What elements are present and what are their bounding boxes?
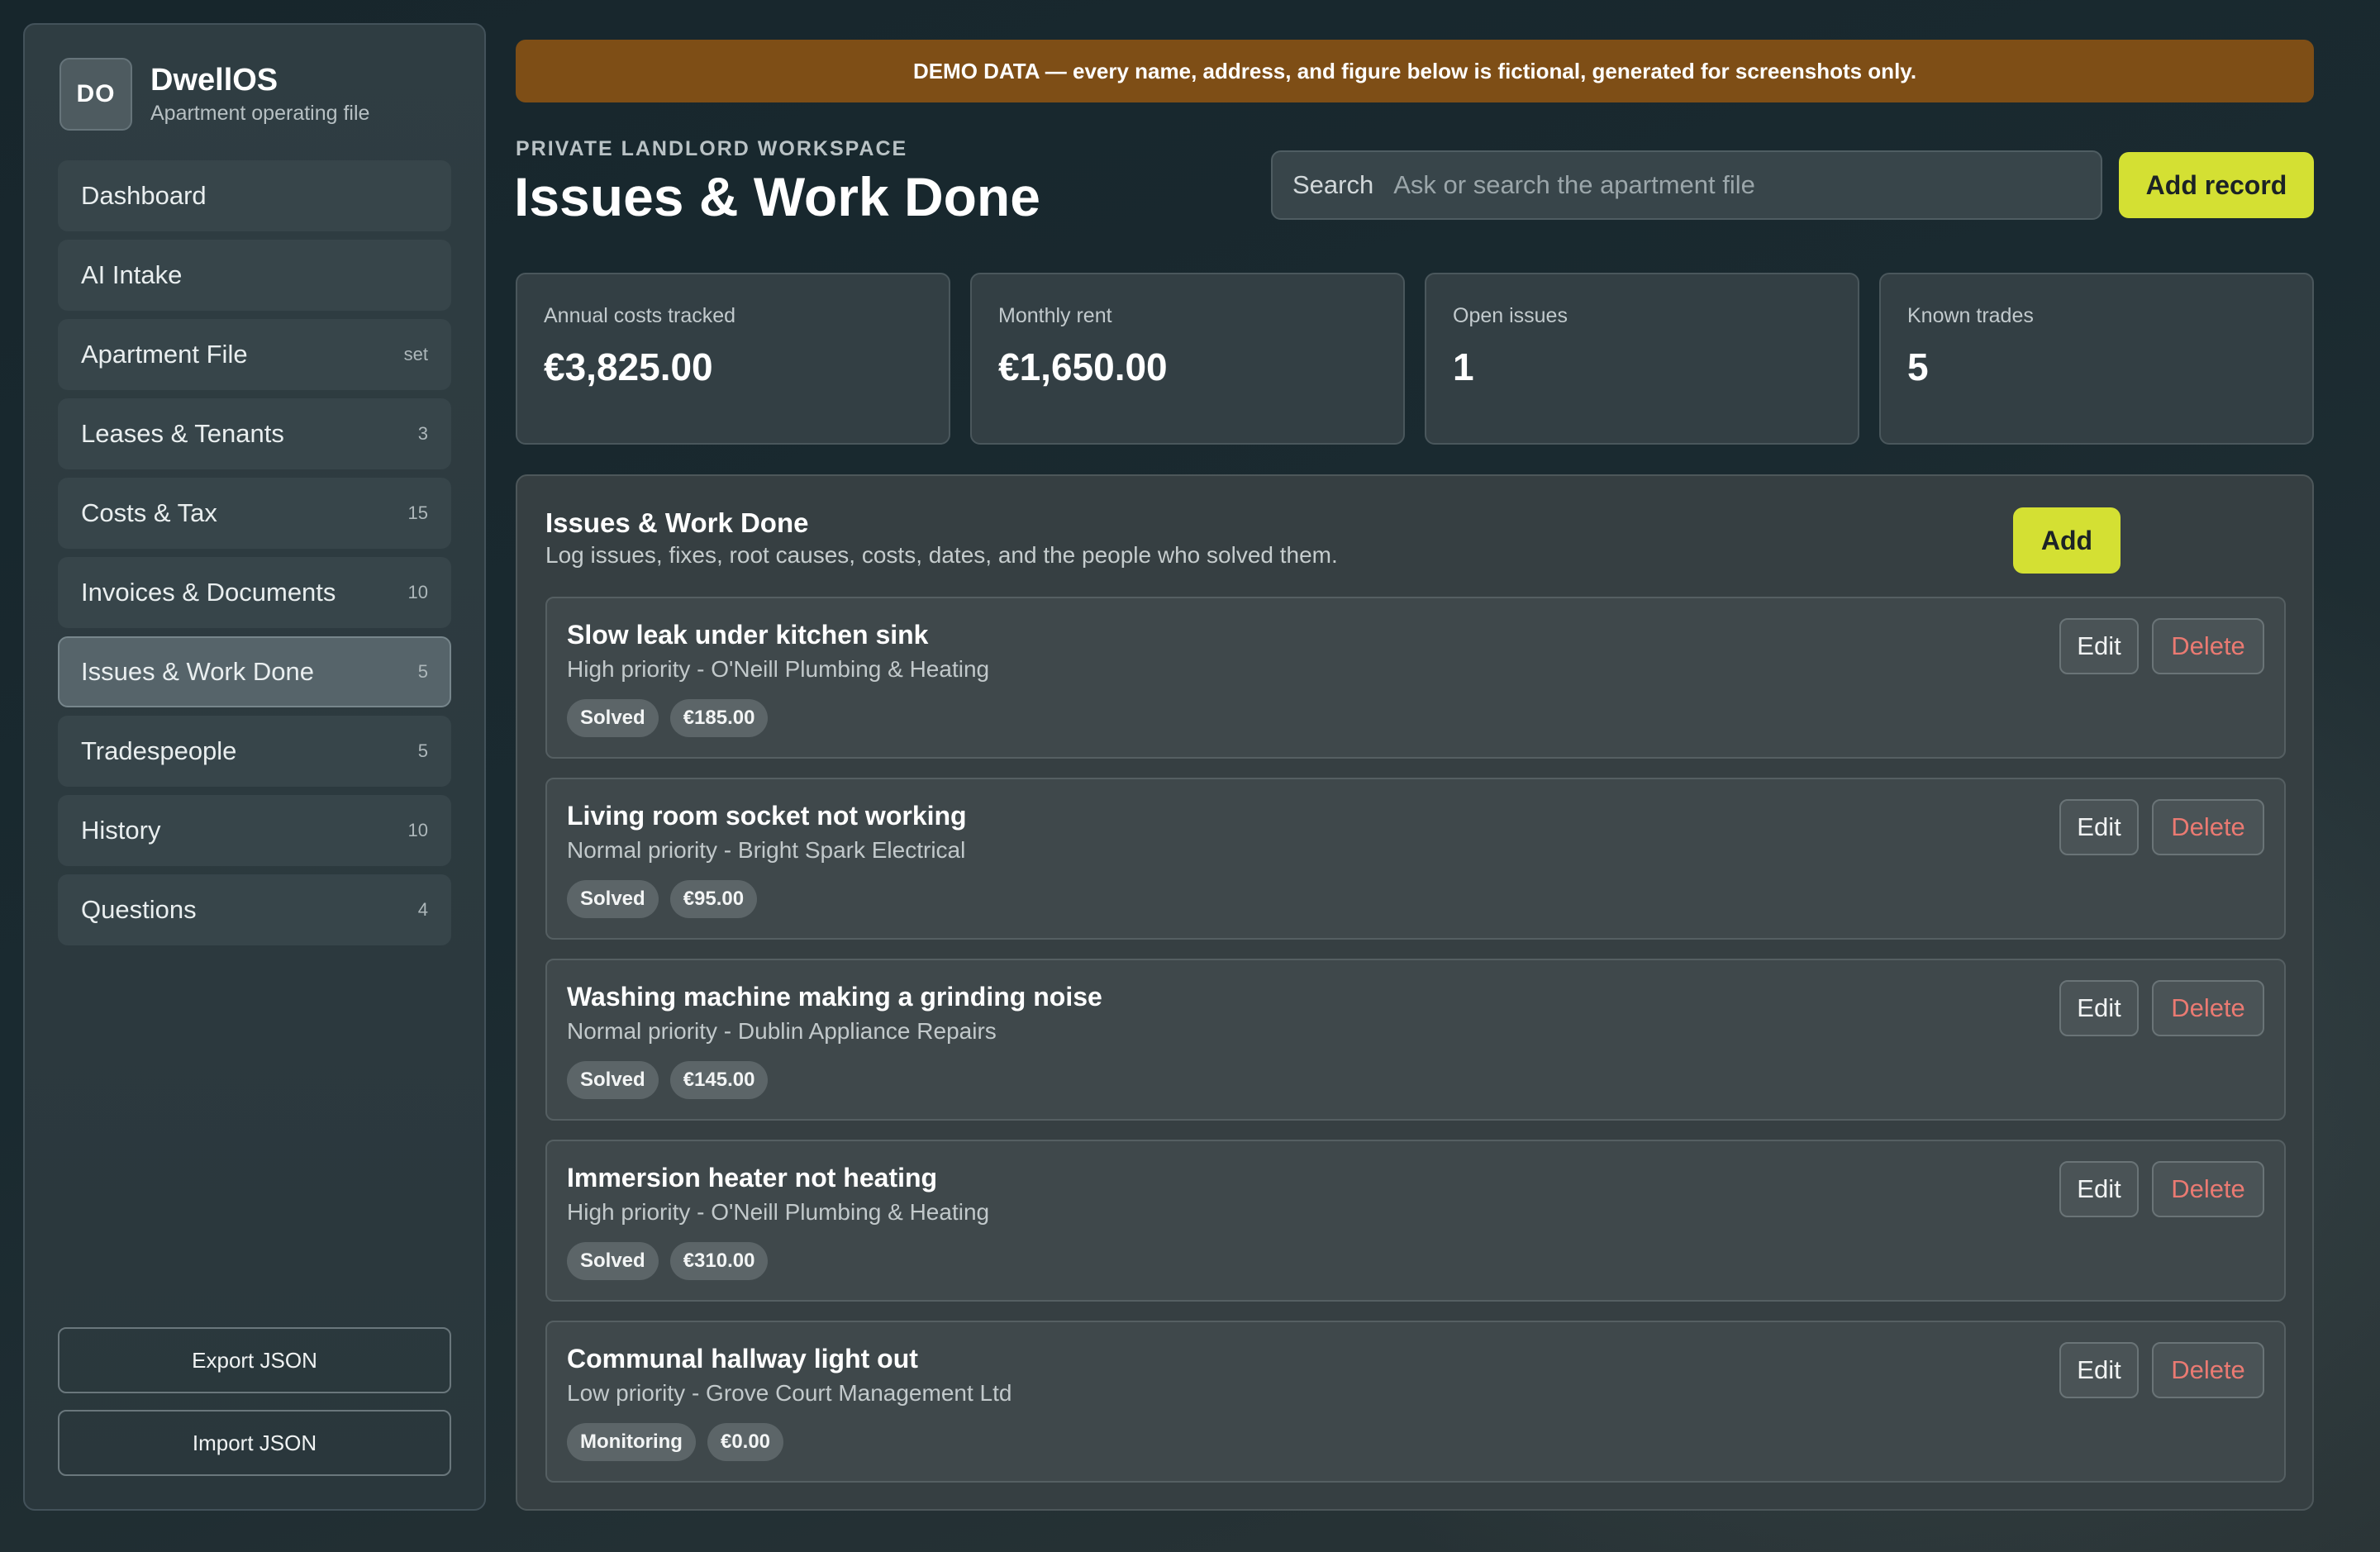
workspace-eyebrow: PRIVATE LANDLORD WORKSPACE bbox=[516, 137, 908, 160]
issue-meta: Low priority - Grove Court Management Lt… bbox=[567, 1380, 1012, 1406]
edit-button[interactable]: Edit bbox=[2059, 1161, 2139, 1217]
stat-card-annual-costs: Annual costs tracked €3,825.00 bbox=[516, 273, 950, 445]
stat-card-known-trades: Known trades 5 bbox=[1879, 273, 2314, 445]
delete-button[interactable]: Delete bbox=[2152, 618, 2264, 674]
brand: DO DwellOS Apartment operating file bbox=[60, 58, 369, 131]
sidebar-item-count: 10 bbox=[407, 820, 428, 840]
cost-badge: €310.00 bbox=[669, 1242, 769, 1280]
status-badge: Solved bbox=[567, 1242, 659, 1280]
stat-label: Annual costs tracked bbox=[544, 304, 736, 327]
issue-card: Living room socket not working Normal pr… bbox=[545, 778, 2286, 940]
sidebar-item-invoices-documents[interactable]: Invoices & Documents 10 bbox=[58, 557, 451, 628]
issue-card: Communal hallway light out Low priority … bbox=[545, 1321, 2286, 1483]
add-issue-button[interactable]: Add bbox=[2013, 507, 2121, 574]
stat-label: Open issues bbox=[1453, 304, 1568, 327]
sidebar-item-label: AI Intake bbox=[81, 260, 183, 289]
issue-title: Slow leak under kitchen sink bbox=[567, 620, 929, 650]
sidebar-item-history[interactable]: History 10 bbox=[58, 795, 451, 866]
delete-button[interactable]: Delete bbox=[2152, 980, 2264, 1036]
sidebar-item-count: 15 bbox=[407, 502, 428, 523]
edit-button[interactable]: Edit bbox=[2059, 980, 2139, 1036]
sidebar-item-questions[interactable]: Questions 4 bbox=[58, 874, 451, 945]
brand-subtitle: Apartment operating file bbox=[150, 102, 370, 126]
sidebar-item-count: 5 bbox=[417, 661, 428, 682]
issue-title: Immersion heater not heating bbox=[567, 1163, 938, 1193]
issue-meta: High priority - O'Neill Plumbing & Heati… bbox=[567, 1199, 990, 1225]
add-record-button[interactable]: Add record bbox=[2119, 152, 2314, 218]
issues-panel: Issues & Work Done Log issues, fixes, ro… bbox=[516, 474, 2314, 1511]
stat-card-monthly-rent: Monthly rent €1,650.00 bbox=[970, 273, 1405, 445]
cost-badge: €0.00 bbox=[707, 1423, 784, 1461]
issue-meta: Normal priority - Bright Spark Electrica… bbox=[567, 837, 966, 863]
sidebar-item-label: Issues & Work Done bbox=[81, 657, 314, 686]
issue-card: Washing machine making a grinding noise … bbox=[545, 959, 2286, 1121]
sidebar-item-costs-tax[interactable]: Costs & Tax 15 bbox=[58, 478, 451, 549]
sidebar-nav: Dashboard AI Intake Apartment File set L… bbox=[58, 160, 451, 954]
edit-button[interactable]: Edit bbox=[2059, 618, 2139, 674]
edit-button[interactable]: Edit bbox=[2059, 1342, 2139, 1398]
sidebar-item-count: 10 bbox=[407, 582, 428, 602]
demo-data-banner: DEMO DATA — every name, address, and fig… bbox=[516, 40, 2314, 102]
sidebar-item-label: Leases & Tenants bbox=[81, 419, 284, 448]
search-label: Search bbox=[1292, 170, 1374, 199]
delete-button[interactable]: Delete bbox=[2152, 799, 2264, 855]
sidebar-item-label: Invoices & Documents bbox=[81, 578, 336, 607]
sidebar-item-count: set bbox=[403, 344, 428, 364]
cost-badge: €145.00 bbox=[669, 1061, 769, 1099]
export-json-button[interactable]: Export JSON bbox=[58, 1327, 451, 1393]
brand-logo: DO bbox=[60, 58, 132, 131]
sidebar-item-tradespeople[interactable]: Tradespeople 5 bbox=[58, 716, 451, 787]
search-input[interactable]: Search Ask or search the apartment file bbox=[1271, 150, 2102, 220]
sidebar-item-count: 3 bbox=[417, 423, 428, 444]
sidebar-item-count: 4 bbox=[417, 899, 428, 920]
issue-title: Washing machine making a grinding noise bbox=[567, 982, 1102, 1012]
search-placeholder: Ask or search the apartment file bbox=[1393, 170, 1755, 199]
issue-card: Slow leak under kitchen sink High priori… bbox=[545, 597, 2286, 759]
cost-badge: €185.00 bbox=[669, 699, 769, 737]
cost-badge: €95.00 bbox=[669, 880, 758, 918]
sidebar-item-count: 5 bbox=[417, 740, 428, 761]
status-badge: Monitoring bbox=[567, 1423, 696, 1461]
delete-button[interactable]: Delete bbox=[2152, 1161, 2264, 1217]
status-badge: Solved bbox=[567, 699, 659, 737]
sidebar-item-dashboard[interactable]: Dashboard bbox=[58, 160, 451, 231]
import-json-button[interactable]: Import JSON bbox=[58, 1410, 451, 1476]
sidebar-item-label: Tradespeople bbox=[81, 736, 237, 765]
issue-meta: High priority - O'Neill Plumbing & Heati… bbox=[567, 656, 990, 682]
stat-card-open-issues: Open issues 1 bbox=[1425, 273, 1859, 445]
sidebar-item-label: Questions bbox=[81, 895, 197, 924]
issue-title: Communal hallway light out bbox=[567, 1344, 918, 1373]
sidebar-item-issues-work-done[interactable]: Issues & Work Done 5 bbox=[58, 636, 451, 707]
issue-card: Immersion heater not heating High priori… bbox=[545, 1140, 2286, 1302]
sidebar-item-label: History bbox=[81, 816, 161, 845]
sidebar-item-label: Costs & Tax bbox=[81, 498, 217, 527]
status-badge: Solved bbox=[567, 1061, 659, 1099]
panel-subtitle: Log issues, fixes, root causes, costs, d… bbox=[545, 542, 1338, 568]
stat-label: Known trades bbox=[1907, 304, 2034, 327]
stat-value: 5 bbox=[1907, 345, 1929, 388]
stat-label: Monthly rent bbox=[998, 304, 1112, 327]
delete-button[interactable]: Delete bbox=[2152, 1342, 2264, 1398]
sidebar-item-label: Apartment File bbox=[81, 340, 248, 369]
stat-value: €3,825.00 bbox=[544, 345, 713, 388]
edit-button[interactable]: Edit bbox=[2059, 799, 2139, 855]
sidebar-item-label: Dashboard bbox=[81, 181, 207, 210]
sidebar-item-ai-intake[interactable]: AI Intake bbox=[58, 240, 451, 311]
sidebar-item-leases-tenants[interactable]: Leases & Tenants 3 bbox=[58, 398, 451, 469]
sidebar: DO DwellOS Apartment operating file Dash… bbox=[23, 23, 486, 1511]
panel-title: Issues & Work Done bbox=[545, 507, 809, 538]
sidebar-item-apartment-file[interactable]: Apartment File set bbox=[58, 319, 451, 390]
status-badge: Solved bbox=[567, 880, 659, 918]
page-title: Issues & Work Done bbox=[514, 166, 1040, 227]
issue-meta: Normal priority - Dublin Appliance Repai… bbox=[567, 1018, 997, 1044]
stat-value: 1 bbox=[1453, 345, 1474, 388]
brand-name: DwellOS bbox=[150, 62, 278, 98]
stat-value: €1,650.00 bbox=[998, 345, 1168, 388]
issue-title: Living room socket not working bbox=[567, 801, 967, 831]
